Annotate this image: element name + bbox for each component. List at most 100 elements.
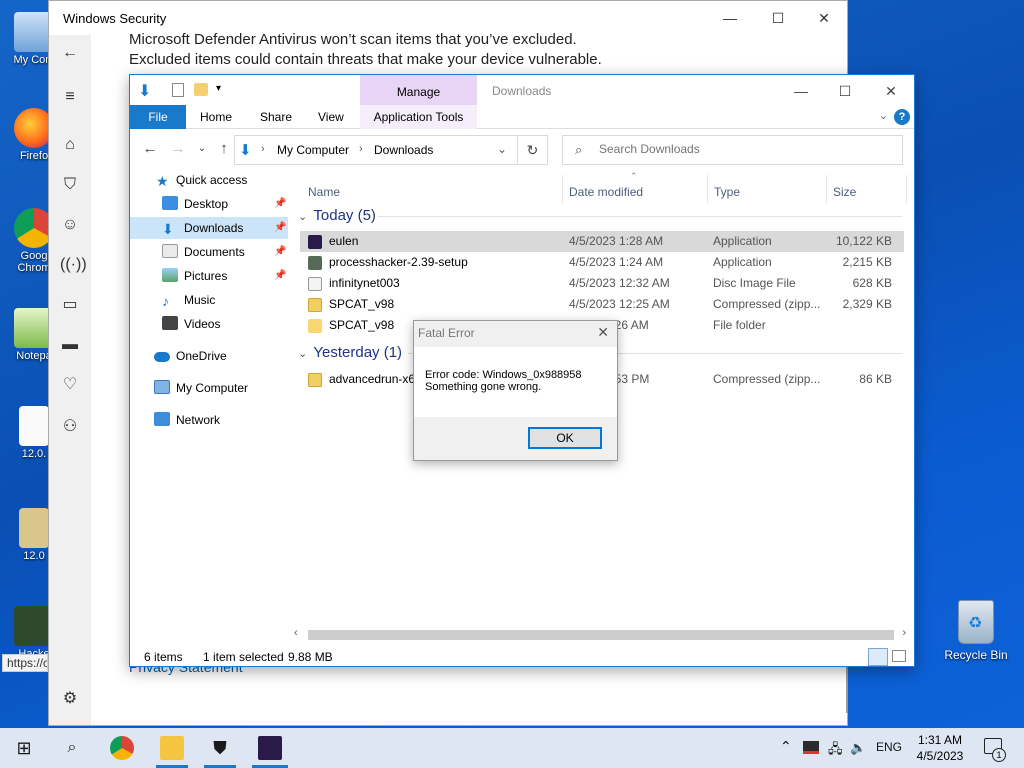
horizontal-scrollbar[interactable]: ‹ › [290,627,910,643]
search-icon[interactable]: ⌕ [60,736,84,760]
back-arrow-icon[interactable]: ← [60,43,80,63]
show-hidden-icons-chevron-icon[interactable]: ⌃ [780,738,792,755]
file-explorer-icon[interactable] [160,736,184,760]
device-security-icon[interactable]: ▬ [60,335,80,355]
window-title: Windows Security [63,11,167,26]
family-icon[interactable]: ⚇ [60,417,80,437]
volume-icon[interactable]: 🔈 [850,740,866,756]
large-icons-view-icon[interactable] [892,650,906,662]
documents-icon [162,244,178,258]
scroll-left-icon[interactable]: ‹ [294,627,298,639]
windows-security-shield-icon[interactable]: ⛊ [208,736,232,760]
shield-icon[interactable]: ⛉ [60,175,80,195]
file-row[interactable]: SPCAT_v98 4/5/2023 12:25 AM Compressed (… [300,294,904,315]
new-folder-icon[interactable] [194,83,208,96]
nav-desktop[interactable]: Desktop [162,193,228,215]
minimize-button[interactable]: — [707,7,753,31]
home-icon[interactable]: ⌂ [60,135,80,155]
error-code: Error code: Windows_0x988958 [425,369,582,381]
desktop-icon-label: Recycle Bin [944,648,1008,662]
customize-qat-icon[interactable]: ▾ [216,83,221,94]
health-icon[interactable]: ♡ [60,375,80,395]
app-browser-icon[interactable]: ▭ [60,295,80,315]
nav-my-computer[interactable]: My Computer [154,377,248,399]
nav-videos[interactable]: Videos [162,313,220,335]
file-date: 4/5/2023 1:28 AM [569,234,664,248]
eulen-app-icon[interactable] [258,736,282,760]
navigation-pane: ★ Quick access Desktop 📌 ⬇ Downloads 📌 Doc… [130,169,288,629]
expand-ribbon-icon[interactable]: ⌄ [879,109,888,122]
chevron-right-icon[interactable]: › [261,143,265,155]
breadcrumb-my-computer[interactable]: My Computer [277,143,349,157]
firewall-icon[interactable]: ((·)) [60,255,87,275]
maximize-button[interactable]: ☐ [755,7,801,31]
network-icon[interactable]: 🖧 [828,740,843,762]
nav-pictures[interactable]: Pictures [162,265,227,287]
search-input[interactable] [599,142,889,156]
chevron-down-icon[interactable]: ⌄ [497,142,507,156]
nav-quick-access[interactable]: ★ Quick access [156,169,247,191]
folder-icon [308,319,322,333]
nav-network[interactable]: Network [154,409,220,431]
details-view-icon[interactable] [868,648,888,666]
settings-gear-icon[interactable]: ⚙ [60,689,80,709]
nav-onedrive[interactable]: OneDrive [154,345,227,367]
file-row[interactable]: processhacker-2.39-setup 4/5/2023 1:24 A… [300,252,904,273]
maximize-button[interactable]: ☐ [822,81,868,103]
recent-locations-icon[interactable]: ⌄ [192,140,212,158]
file-row[interactable]: infinitynet003 4/5/2023 12:32 AM Disc Im… [300,273,904,294]
tab-file[interactable]: File [130,105,186,129]
nav-label: Desktop [184,197,229,211]
up-icon[interactable]: ↑ [214,140,234,158]
chrome-icon[interactable] [110,736,134,760]
forward-icon[interactable]: → [168,140,188,158]
column-header-type[interactable]: Type [714,179,740,205]
column-header-size[interactable]: Size [833,179,856,205]
language-indicator[interactable]: ENG [876,740,902,754]
refresh-button[interactable]: ↻ [518,135,548,165]
pin-icon[interactable]: 📌 [274,246,286,257]
hamburger-icon[interactable]: ≡ [60,87,80,107]
group-header-yesterday[interactable]: ⌄ Yesterday (1) [298,344,902,361]
nav-label: Network [176,413,221,427]
search-box[interactable]: ⌕ [562,135,903,165]
tab-home[interactable]: Home [186,105,246,129]
address-bar[interactable]: ⬇ › My Computer › Downloads ⌄ [234,135,518,165]
error-description: Something gone wrong. [425,381,542,393]
ok-button[interactable]: OK [528,427,602,449]
column-header-name[interactable]: Name [308,179,340,205]
clock[interactable]: 1:31 AM 4/5/2023 [912,732,968,764]
desktop-icon-recycle-bin[interactable]: Recycle Bin [940,600,1012,662]
pin-icon[interactable]: 📌 [274,198,286,209]
column-header-date[interactable]: Date modified [569,179,643,205]
nav-music[interactable]: ♪ Music [162,289,215,311]
back-icon[interactable]: ← [140,140,160,158]
process-hacker-tray-icon[interactable] [803,741,819,754]
manage-context-tab[interactable]: Manage [360,75,477,105]
account-icon[interactable]: ☺ [60,215,80,235]
close-button[interactable]: ✕ [868,81,914,103]
nav-downloads[interactable]: ⬇ Downloads [130,217,288,239]
tab-share[interactable]: Share [246,105,306,129]
nav-documents[interactable]: Documents [162,241,245,263]
tab-application-tools[interactable]: Application Tools [360,105,477,129]
close-button[interactable]: ✕ [801,7,847,31]
chevron-right-icon[interactable]: › [359,143,363,155]
start-windows-icon[interactable]: ⊞ [12,736,36,760]
search-icon: ⌕ [575,142,583,157]
tab-view[interactable]: View [304,105,358,129]
minimize-button[interactable]: — [778,81,824,103]
group-header-today[interactable]: ⌄ Today (5) [298,207,902,224]
file-row[interactable]: eulen 4/5/2023 1:28 AM Application 10,12… [300,231,904,252]
exclusion-warning-line-2: Excluded items could contain threats tha… [129,51,602,68]
pin-icon[interactable]: 📌 [274,222,286,233]
breadcrumb-downloads[interactable]: Downloads [374,143,433,157]
quick-access-toolbar: ⬇ ▾ [130,75,360,105]
properties-icon[interactable] [172,83,184,97]
scrollbar-thumb[interactable] [308,630,894,640]
close-icon[interactable]: ✕ [597,324,609,341]
scroll-right-icon[interactable]: › [902,627,906,639]
help-icon[interactable]: ? [894,109,910,125]
pin-icon[interactable]: 📌 [274,270,286,281]
file-size: 2,215 KB [842,255,892,269]
